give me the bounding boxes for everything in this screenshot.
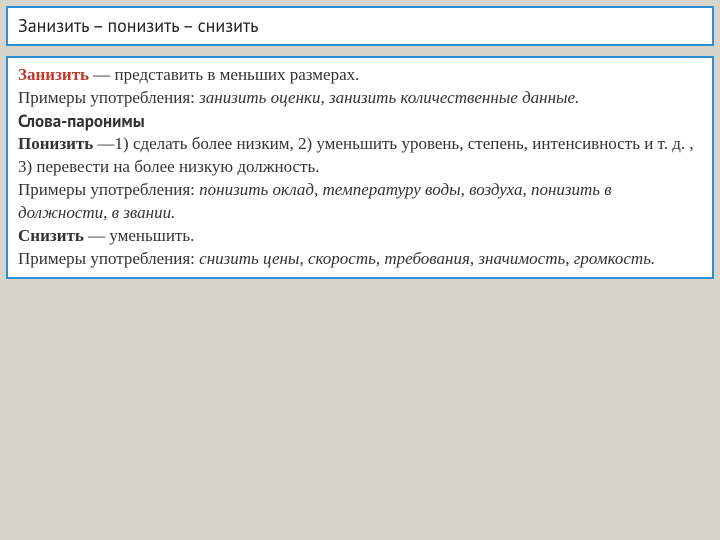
definition-card: Занизить — представить в меньших размера… bbox=[6, 56, 714, 278]
examples-text: снизить цены, скорость, требования, знач… bbox=[199, 249, 655, 268]
term-snizit: Снизить bbox=[18, 226, 84, 245]
title-card: Занизить – понизить – снизить bbox=[6, 6, 714, 46]
term-ponizit: Понизить bbox=[18, 134, 93, 153]
entry-ponizit: Понизить —1) сделать более низким, 2) ум… bbox=[18, 133, 702, 179]
def-zanizit: — представить в меньших размерах. bbox=[89, 65, 359, 84]
examples-zanizit: Примеры употребления: занизить оценки, з… bbox=[18, 87, 702, 110]
examples-label: Примеры употребления: bbox=[18, 180, 199, 199]
entry-snizit: Снизить — уменьшить. bbox=[18, 225, 702, 248]
examples-label: Примеры употребления: bbox=[18, 249, 199, 268]
page-title: Занизить – понизить – снизить bbox=[18, 14, 259, 37]
paronyms-heading: Слова-паронимы bbox=[18, 110, 702, 133]
examples-text: занизить оценки, занизить количественные… bbox=[199, 88, 579, 107]
examples-ponizit: Примеры употребления: понизить оклад, те… bbox=[18, 179, 702, 225]
term-zanizit: Занизить bbox=[18, 65, 89, 84]
entry-zanizit: Занизить — представить в меньших размера… bbox=[18, 64, 702, 87]
def-ponizit: —1) сделать более низким, 2) уменьшить у… bbox=[18, 134, 694, 176]
def-snizit: — уменьшить. bbox=[84, 226, 195, 245]
examples-snizit: Примеры употребления: снизить цены, скор… bbox=[18, 248, 702, 271]
examples-label: Примеры употребления: bbox=[18, 88, 199, 107]
